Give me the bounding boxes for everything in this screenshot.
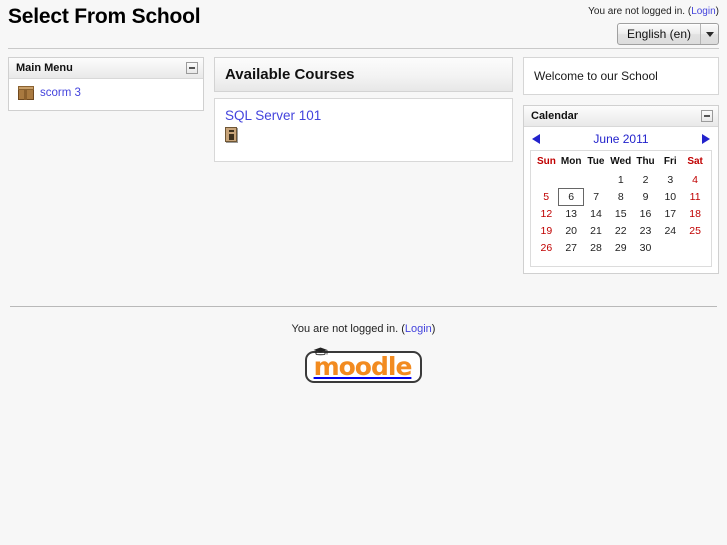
course-summary-icon[interactable] <box>225 127 237 142</box>
available-courses-list: SQL Server 101 <box>214 98 513 162</box>
calendar-week-row: 5 6 7 8 9 10 11 <box>534 187 708 206</box>
calendar-day-empty <box>683 239 708 256</box>
calendar-day-1[interactable]: 1 <box>608 171 633 188</box>
calendar-day-9[interactable]: 9 <box>633 188 658 205</box>
footer-login-link[interactable]: Login <box>405 323 432 335</box>
calendar-week-row: 19 20 21 22 23 24 25 <box>534 222 708 239</box>
right-block-column: Welcome to our School Calendar June 2011… <box>523 57 719 284</box>
block-main-menu: Main Menu scorm 3 <box>8 57 204 111</box>
moodle-logo-text: moodle <box>313 347 412 379</box>
calendar-day-20[interactable]: 20 <box>559 222 584 239</box>
calendar-day-13[interactable]: 13 <box>559 205 584 222</box>
calendar-day-header-fri: Fri <box>663 156 677 167</box>
center-content-column: Available Courses SQL Server 101 <box>204 57 523 162</box>
calendar-day-5[interactable]: 5 <box>534 188 559 205</box>
chevron-down-icon[interactable] <box>700 24 718 44</box>
calendar-day-empty <box>559 171 584 188</box>
main-menu-link-scorm-3[interactable]: scorm 3 <box>40 87 81 99</box>
calendar-day-14[interactable]: 14 <box>584 205 609 222</box>
footer-login-status: You are not logged in. (Login) <box>8 323 719 335</box>
footer-login-suffix: ) <box>431 323 436 335</box>
calendar-body: 1 2 3 4 5 6 7 8 9 10 11 12 13 14 15 16 17 18 19 20 21 22 23 24 2… <box>534 171 708 256</box>
calendar-day-header-tue: Tue <box>587 156 605 167</box>
calendar-day-header-wed: Wed <box>610 156 632 167</box>
moodle-logo[interactable]: moodle <box>304 347 423 383</box>
block-main-menu-header: Main Menu <box>9 58 203 79</box>
calendar-day-26[interactable]: 26 <box>534 239 559 256</box>
calendar-day-15[interactable]: 15 <box>608 205 633 222</box>
page-header: Select From School You are not logged in… <box>0 0 727 46</box>
footer-divider <box>10 306 717 307</box>
calendar-day-18[interactable]: 18 <box>683 205 708 222</box>
available-courses-heading: Available Courses <box>214 57 513 92</box>
course-list-item: SQL Server 101 <box>225 108 502 145</box>
calendar-day-10[interactable]: 10 <box>658 188 683 205</box>
calendar-day-23[interactable]: 23 <box>633 222 658 239</box>
calendar-day-11[interactable]: 11 <box>683 188 708 205</box>
calendar-week-row: 12 13 14 15 16 17 18 <box>534 205 708 222</box>
page-footer: You are not logged in. (Login) moodle <box>0 306 727 383</box>
language-select[interactable]: English (en) <box>616 23 719 45</box>
calendar-table: Sun Mon Tue Wed Thu Fri Sat 1 2 3 4 5 6 7 8 9 10 11 12 13 1… <box>534 153 708 256</box>
calendar-day-6[interactable]: 6 <box>558 187 585 206</box>
calendar-day-header-sat: Sat <box>687 156 703 167</box>
calendar-header-row: Sun Mon Tue Wed Thu Fri Sat <box>534 153 708 171</box>
block-welcome: Welcome to our School <box>523 57 719 95</box>
block-calendar-title: Calendar <box>531 110 579 122</box>
calendar-day-3[interactable]: 3 <box>658 171 683 188</box>
calendar-day-4[interactable]: 4 <box>683 171 708 188</box>
minus-icon[interactable] <box>186 62 198 74</box>
page-title: Select From School <box>8 5 201 28</box>
calendar-day-27[interactable]: 27 <box>559 239 584 256</box>
calendar-day-7[interactable]: 7 <box>584 188 609 205</box>
calendar-day-25[interactable]: 25 <box>683 222 708 239</box>
graduation-cap-icon <box>313 347 328 356</box>
calendar-week-row: 26 27 28 29 30 <box>534 239 708 256</box>
calendar-day-30[interactable]: 30 <box>633 239 658 256</box>
calendar-day-empty <box>584 171 609 188</box>
calendar-day-8[interactable]: 8 <box>608 188 633 205</box>
calendar-day-header-sun: Sun <box>536 156 556 167</box>
calendar-day-24[interactable]: 24 <box>658 222 683 239</box>
left-block-column: Main Menu scorm 3 <box>8 57 204 121</box>
calendar-grid-wrapper: Sun Mon Tue Wed Thu Fri Sat 1 2 3 4 5 6 7 8 9 10 11 12 13 1… <box>530 150 712 267</box>
course-icons <box>225 127 502 145</box>
block-calendar-header: Calendar <box>524 106 718 127</box>
calendar-day-empty <box>534 171 559 188</box>
scorm-package-icon <box>18 86 34 100</box>
block-calendar: Calendar June 2011 Sun Mon Tue Wed Thu Fri Sat… <box>523 105 719 274</box>
minus-icon[interactable] <box>701 110 713 122</box>
list-item[interactable]: scorm 3 <box>16 85 196 102</box>
course-link-sql-server-101[interactable]: SQL Server 101 <box>225 108 502 124</box>
login-status: You are not logged in. (Login) <box>588 6 719 17</box>
triangle-right-icon[interactable] <box>701 134 710 144</box>
calendar-day-22[interactable]: 22 <box>608 222 633 239</box>
page-content: Main Menu scorm 3 Available Courses SQL … <box>0 49 727 284</box>
login-link[interactable]: Login <box>691 6 715 17</box>
calendar-day-19[interactable]: 19 <box>534 222 559 239</box>
block-main-menu-body: scorm 3 <box>9 79 203 110</box>
calendar-day-header-thu: Thu <box>636 156 655 167</box>
login-status-prefix: You are not logged in. ( <box>588 6 692 17</box>
calendar-navigation: June 2011 <box>524 127 718 150</box>
header-user-area: You are not logged in. (Login) English (… <box>588 6 719 45</box>
calendar-day-28[interactable]: 28 <box>584 239 609 256</box>
login-status-suffix: ) <box>715 6 719 17</box>
calendar-month-label[interactable]: June 2011 <box>593 132 648 146</box>
triangle-left-icon[interactable] <box>532 134 540 144</box>
calendar-day-16[interactable]: 16 <box>633 205 658 222</box>
calendar-day-21[interactable]: 21 <box>584 222 609 239</box>
calendar-day-29[interactable]: 29 <box>608 239 633 256</box>
calendar-day-12[interactable]: 12 <box>534 205 559 222</box>
calendar-week-row: 1234 <box>534 171 708 188</box>
block-main-menu-title: Main Menu <box>16 62 73 74</box>
footer-login-prefix: You are not logged in. ( <box>291 323 405 335</box>
calendar-day-empty <box>658 239 683 256</box>
calendar-day-17[interactable]: 17 <box>658 205 683 222</box>
calendar-day-2[interactable]: 2 <box>633 171 658 188</box>
language-select-value: English (en) <box>626 27 691 41</box>
calendar-day-header-mon: Mon <box>560 156 582 167</box>
